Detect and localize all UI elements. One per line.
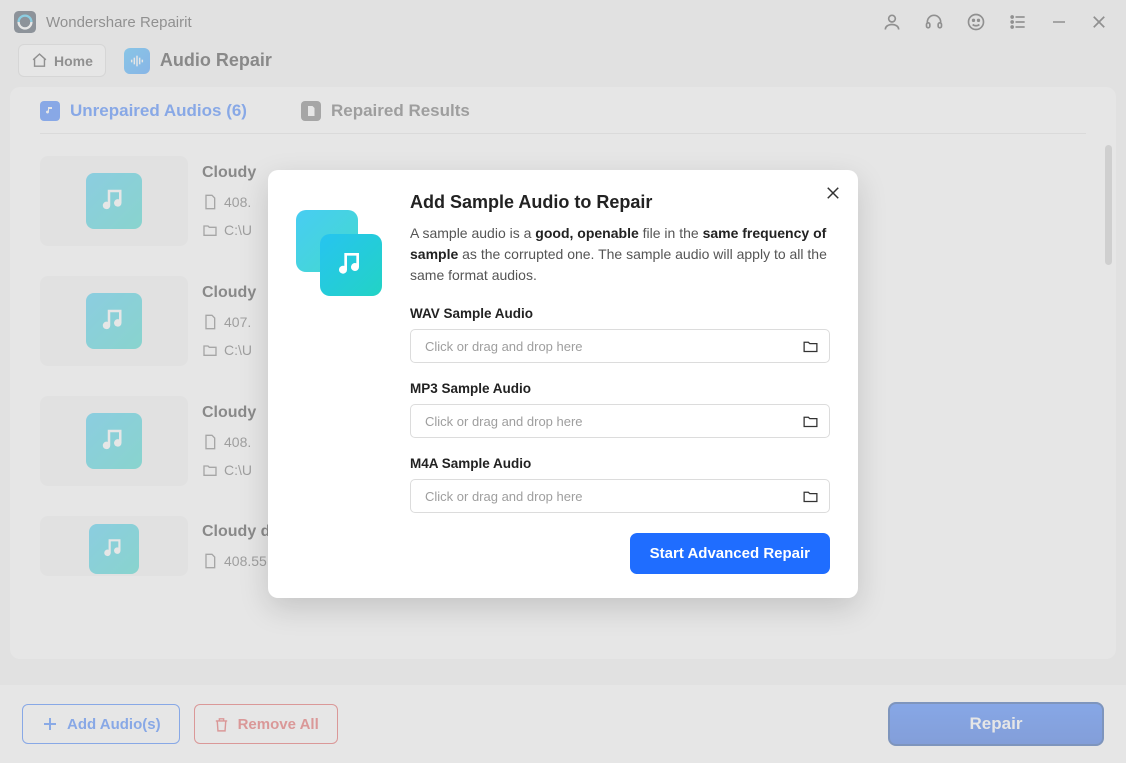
start-advanced-repair-button[interactable]: Start Advanced Repair <box>630 533 830 574</box>
m4a-label: M4A Sample Audio <box>410 456 830 471</box>
m4a-placeholder: Click or drag and drop here <box>425 489 583 504</box>
mp3-field: MP3 Sample Audio Click or drag and drop … <box>410 381 830 438</box>
folder-icon <box>802 338 819 355</box>
add-sample-modal: Add Sample Audio to Repair A sample audi… <box>268 170 858 598</box>
modal-hero-icon <box>296 210 382 296</box>
mp3-label: MP3 Sample Audio <box>410 381 830 396</box>
modal-overlay: Add Sample Audio to Repair A sample audi… <box>0 0 1126 763</box>
modal-footer: Start Advanced Repair <box>410 533 830 574</box>
modal-title: Add Sample Audio to Repair <box>410 192 830 213</box>
folder-icon <box>802 413 819 430</box>
mp3-placeholder: Click or drag and drop here <box>425 414 583 429</box>
mp3-dropzone[interactable]: Click or drag and drop here <box>410 404 830 438</box>
folder-icon <box>802 488 819 505</box>
wav-placeholder: Click or drag and drop here <box>425 339 583 354</box>
m4a-field: M4A Sample Audio Click or drag and drop … <box>410 456 830 513</box>
modal-content: Add Sample Audio to Repair A sample audi… <box>410 192 830 574</box>
wav-label: WAV Sample Audio <box>410 306 830 321</box>
wav-field: WAV Sample Audio Click or drag and drop … <box>410 306 830 363</box>
modal-close-button[interactable] <box>824 184 842 205</box>
wav-dropzone[interactable]: Click or drag and drop here <box>410 329 830 363</box>
modal-description: A sample audio is a good, openable file … <box>410 223 830 286</box>
m4a-dropzone[interactable]: Click or drag and drop here <box>410 479 830 513</box>
